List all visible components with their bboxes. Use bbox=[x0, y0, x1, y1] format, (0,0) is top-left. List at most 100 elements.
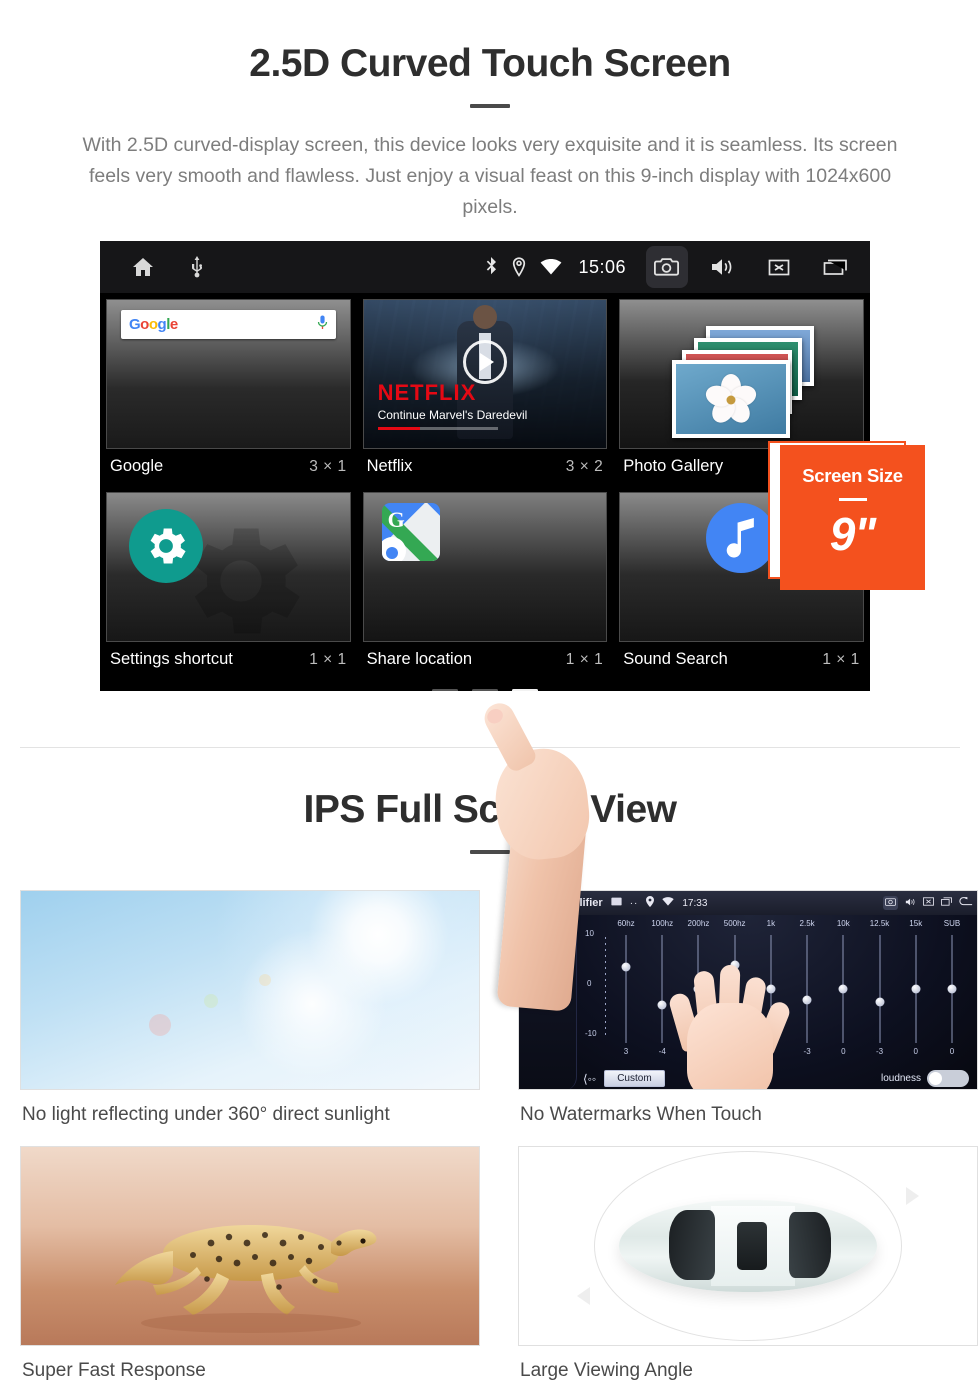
feature-card-grid: No light reflecting under 360° direct su… bbox=[20, 890, 978, 1388]
page-dot-1[interactable] bbox=[432, 689, 458, 691]
google-g-letter: G bbox=[387, 507, 405, 532]
eq-scale-mid: 0 bbox=[587, 979, 592, 988]
eq-band-label: 60hz bbox=[617, 919, 635, 928]
person-avatar-icon bbox=[381, 537, 406, 561]
eq-value: 3 bbox=[623, 1047, 629, 1056]
running-cheetah-photo bbox=[20, 1146, 480, 1346]
eq-band-label: 200hz bbox=[687, 919, 710, 928]
netflix-logo: NETFLIX bbox=[377, 380, 477, 405]
eq-scale-bottom: -10 bbox=[585, 1029, 597, 1038]
eq-slider-15k[interactable] bbox=[903, 935, 929, 1043]
eq-slider-60hz[interactable] bbox=[613, 935, 639, 1043]
badge-title: Screen Size bbox=[802, 465, 903, 486]
widget-size: 1 × 1 bbox=[565, 650, 604, 668]
widget-label-row: Settings shortcut 1 × 1 bbox=[100, 642, 357, 679]
bluetooth-icon bbox=[484, 257, 498, 277]
maps-pin-icon[interactable]: G bbox=[381, 503, 440, 561]
microphone-icon[interactable] bbox=[317, 315, 328, 335]
close-icon[interactable] bbox=[923, 897, 934, 909]
loudness-control[interactable]: loudness bbox=[881, 1070, 969, 1087]
netflix-subtitle: Continue Marvel's Daredevil bbox=[377, 408, 528, 422]
recents-icon[interactable] bbox=[941, 897, 952, 909]
location-icon bbox=[646, 896, 655, 910]
balance-icon[interactable] bbox=[519, 915, 576, 936]
widget-netflix[interactable]: NETFLIX Continue Marvel's Daredevil Netf… bbox=[357, 293, 614, 486]
back-icon[interactable] bbox=[959, 897, 973, 909]
eq-slider-10k[interactable] bbox=[830, 935, 856, 1043]
close-icon[interactable] bbox=[758, 246, 800, 288]
hand-touching-graphic bbox=[667, 949, 793, 1089]
screen-icon[interactable] bbox=[611, 897, 622, 909]
feature-card-viewing-angle: Large Viewing Angle bbox=[518, 1146, 978, 1388]
widget-settings-shortcut[interactable]: Settings shortcut 1 × 1 bbox=[100, 486, 357, 679]
badge-value: 9" bbox=[829, 508, 876, 560]
google-search-bar[interactable]: Google bbox=[121, 310, 336, 339]
google-logo: Google bbox=[129, 316, 178, 333]
cheetah-scene bbox=[21, 1147, 479, 1345]
badge-rule bbox=[838, 498, 867, 501]
eq-slider-2_5k[interactable] bbox=[794, 935, 820, 1043]
windshield-front bbox=[669, 1210, 715, 1280]
device-screenshot-area: 15:06 Google Google 3 × 1 NETFLIX Contin… bbox=[0, 241, 980, 1012]
product-feature-page: 2.5D Curved Touch Screen With 2.5D curve… bbox=[0, 0, 980, 1394]
loudness-toggle[interactable] bbox=[927, 1070, 969, 1087]
camera-icon[interactable] bbox=[646, 246, 688, 288]
home-icon[interactable] bbox=[130, 255, 156, 279]
gear-icon[interactable] bbox=[129, 509, 203, 583]
widget-name: Settings shortcut bbox=[110, 650, 233, 668]
eq-value: 0 bbox=[841, 1047, 846, 1056]
widget-google[interactable]: Google Google 3 × 1 bbox=[100, 293, 357, 486]
google-search-widget[interactable]: Google bbox=[106, 299, 351, 449]
eq-band-label: SUB bbox=[943, 919, 961, 928]
netflix-widget[interactable]: NETFLIX Continue Marvel's Daredevil bbox=[362, 299, 608, 449]
usb-icon[interactable] bbox=[190, 256, 204, 278]
status-bar: 15:06 bbox=[100, 241, 870, 293]
eq-band-label: 15k bbox=[909, 919, 923, 928]
title-underline bbox=[470, 104, 510, 108]
music-note-icon[interactable] bbox=[706, 503, 777, 573]
widget-label-row: Netflix 3 × 2 bbox=[357, 449, 614, 486]
status-bar-clock: 15:06 bbox=[578, 256, 626, 277]
recents-icon[interactable] bbox=[814, 246, 856, 288]
volume-icon[interactable] bbox=[905, 897, 916, 910]
widget-name: Share location bbox=[366, 650, 473, 668]
eq-lane-row[interactable] bbox=[613, 935, 965, 1043]
home-icon[interactable] bbox=[525, 896, 537, 910]
prev-preset-icon[interactable]: ⟨◦◦ bbox=[583, 1072, 596, 1086]
eq-value: -3 bbox=[803, 1047, 811, 1056]
cheetah-silhouette-icon bbox=[115, 1225, 377, 1333]
fader-icon[interactable] bbox=[519, 949, 576, 978]
sunroof bbox=[737, 1222, 767, 1270]
amplifier-status-bar: Amplifier ·· 17:33 bbox=[519, 891, 977, 915]
eq-scale: 10 0 -10 bbox=[585, 929, 597, 1038]
widget-share-location[interactable]: G Share location 1 × 1 bbox=[357, 486, 614, 679]
eq-slider-sub[interactable] bbox=[939, 935, 965, 1043]
widget-row-2: Settings shortcut 1 × 1 G Share location… bbox=[100, 486, 870, 679]
netflix-progress-fill bbox=[377, 427, 420, 430]
eq-band-label: 10k bbox=[836, 919, 850, 928]
page-dot-3[interactable] bbox=[512, 689, 538, 691]
equalizer-panel[interactable]: Balance Fader 60hz 100hz 200hz 500hz 1k … bbox=[519, 915, 977, 1089]
volume-icon[interactable] bbox=[702, 246, 744, 288]
camera-icon[interactable] bbox=[883, 896, 898, 910]
widget-name: Netflix bbox=[366, 457, 413, 475]
settings-shortcut-widget[interactable] bbox=[106, 492, 351, 642]
amplifier-equalizer-screenshot: Amplifier ·· 17:33 Balance Fader 60hz 10… bbox=[518, 890, 978, 1090]
page-dot-2[interactable] bbox=[472, 689, 498, 691]
widget-size: 1 × 1 bbox=[822, 650, 860, 668]
page-indicator[interactable] bbox=[100, 679, 870, 691]
amplifier-screen[interactable]: Amplifier ·· 17:33 Balance Fader 60hz 10… bbox=[519, 891, 977, 1089]
balance-fader-sidebar[interactable]: Balance Fader bbox=[519, 915, 577, 1089]
android-head-unit-screen[interactable]: 15:06 Google Google 3 × 1 NETFLIX Contin… bbox=[100, 241, 870, 691]
section2-title: IPS Full Screen View bbox=[303, 788, 677, 831]
play-icon[interactable] bbox=[462, 340, 507, 385]
eq-slider-12_5k[interactable] bbox=[867, 935, 893, 1043]
eq-band-label: 2.5k bbox=[799, 919, 815, 928]
card-caption: Super Fast Response bbox=[22, 1360, 206, 1381]
share-location-widget[interactable]: G bbox=[362, 492, 608, 642]
eq-band-label: 1k bbox=[766, 919, 776, 928]
photo-gallery-widget[interactable] bbox=[619, 299, 864, 449]
preset-button[interactable]: Custom bbox=[604, 1070, 665, 1087]
rotation-arrow-bottom bbox=[577, 1287, 590, 1305]
widget-grid: Google Google 3 × 1 NETFLIX Continue Mar… bbox=[100, 293, 870, 691]
